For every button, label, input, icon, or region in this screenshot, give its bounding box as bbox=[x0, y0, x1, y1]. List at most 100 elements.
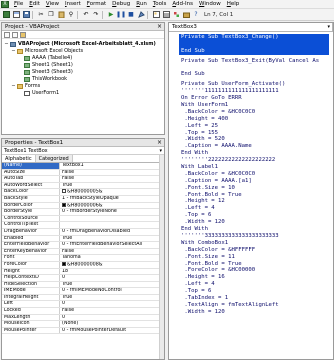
menu-format[interactable]: Format bbox=[84, 0, 109, 9]
property-row[interactable]: HideSelection True bbox=[2, 281, 164, 289]
insert-userform-icon[interactable] bbox=[12, 11, 20, 19]
tree-node[interactable]: AAAA (Tabelle4) bbox=[4, 55, 164, 62]
property-row[interactable]: EnterFieldBehavior 0 - fmEnterFieldBehavi… bbox=[2, 242, 164, 249]
property-row[interactable]: ForeColor &H80000008& bbox=[2, 261, 164, 269]
save-icon[interactable] bbox=[22, 11, 30, 19]
property-row[interactable]: IMEMode 0 - fmIMEModeNoControl bbox=[2, 288, 164, 295]
toolbox-icon[interactable] bbox=[182, 11, 190, 19]
property-row[interactable]: MouseIcon (None) bbox=[2, 321, 164, 328]
menu-file[interactable]: File bbox=[11, 0, 26, 9]
menu-help[interactable]: Help bbox=[224, 0, 243, 9]
code-editor[interactable]: Private Sub TextBox3_Change() End Sub Priv… bbox=[169, 32, 333, 316]
tree-expander-icon[interactable]: − bbox=[4, 41, 9, 48]
paste-icon[interactable] bbox=[57, 11, 65, 19]
property-row[interactable]: DragBehavior 0 - fmDragBehaviorDisabled bbox=[2, 228, 164, 236]
find-icon[interactable]: ⚲ bbox=[67, 11, 75, 19]
excel-icon[interactable]: X bbox=[1, 0, 9, 8]
help-icon[interactable]: ? bbox=[192, 11, 200, 19]
properties-scrollbar[interactable] bbox=[159, 155, 164, 359]
property-value[interactable]: 0 - fmEnterFieldBehaviorSelectAll bbox=[60, 242, 164, 248]
properties-window-icon[interactable] bbox=[162, 11, 170, 19]
property-value[interactable]: &H80000005& bbox=[60, 189, 164, 195]
break-icon[interactable]: ❚❚ bbox=[116, 11, 126, 19]
property-row[interactable]: HelpContextID 0 bbox=[2, 275, 164, 282]
property-row[interactable]: MaxLength 0 bbox=[2, 314, 164, 322]
menu-insert[interactable]: Insert bbox=[62, 0, 84, 9]
property-value[interactable] bbox=[60, 216, 164, 222]
tree-node[interactable]: − VBAProject (Microsoft Excel-Arbeitsblat… bbox=[4, 41, 164, 48]
property-row[interactable]: ControlSource bbox=[2, 215, 164, 223]
tree-node[interactable]: ThisWorkbook bbox=[4, 76, 164, 83]
property-value[interactable]: False bbox=[60, 308, 164, 314]
property-row[interactable]: AutoWordSelect True bbox=[2, 182, 164, 190]
tree-node[interactable]: − Forms bbox=[4, 83, 164, 90]
property-value[interactable]: False bbox=[60, 249, 164, 255]
tree-expander-icon[interactable]: − bbox=[11, 83, 16, 90]
object-combo[interactable]: TextBox3 ▾ bbox=[169, 23, 333, 31]
design-mode-icon[interactable] bbox=[137, 11, 145, 19]
property-row[interactable]: Enabled True bbox=[2, 235, 164, 243]
toggle-folders-button[interactable] bbox=[20, 31, 26, 38]
property-value[interactable]: True bbox=[60, 183, 164, 189]
property-row[interactable]: BackStyle 1 - fmBackStyleOpaque bbox=[2, 195, 164, 203]
tree-node[interactable]: − Microsoft Excel Objects bbox=[4, 48, 164, 55]
property-row[interactable]: BorderColor &H80000006& bbox=[2, 202, 164, 210]
tab-categorized[interactable]: Categorized bbox=[35, 155, 73, 162]
property-value[interactable]: 0 - fmBorderStyleNone bbox=[60, 209, 164, 215]
property-row[interactable]: BorderStyle 0 - fmBorderStyleNone bbox=[2, 209, 164, 216]
menu-window[interactable]: Window bbox=[196, 0, 224, 9]
redo-icon[interactable]: ↷ bbox=[92, 11, 100, 19]
chevron-down-icon[interactable]: ▾ bbox=[327, 23, 330, 31]
property-value[interactable] bbox=[60, 222, 164, 228]
object-selector[interactable]: TextBox1 TextBox ▾ bbox=[2, 147, 164, 155]
menu-view[interactable]: View bbox=[43, 0, 62, 9]
cut-icon[interactable]: ✂ bbox=[37, 11, 45, 19]
close-icon[interactable]: × bbox=[157, 139, 162, 147]
view-excel-icon[interactable] bbox=[2, 11, 10, 19]
tree-node[interactable]: Sheet3 (Sheet3) bbox=[4, 69, 164, 76]
menu-add-ins[interactable]: Add-Ins bbox=[169, 0, 196, 9]
property-value[interactable]: 0 bbox=[60, 275, 164, 281]
property-row[interactable]: AutoSize False bbox=[2, 169, 164, 177]
property-value[interactable]: 0 - fmMousePointerDefault bbox=[60, 328, 164, 334]
close-icon[interactable]: × bbox=[157, 23, 162, 31]
property-value[interactable]: True bbox=[60, 282, 164, 288]
property-row[interactable]: BackColor &H80000005& bbox=[2, 189, 164, 196]
menu-run[interactable]: Run bbox=[133, 0, 150, 9]
property-value[interactable]: 0 bbox=[60, 315, 164, 321]
property-row[interactable]: Height 18 bbox=[2, 268, 164, 276]
property-value[interactable]: Tahoma bbox=[60, 255, 164, 261]
property-row[interactable]: Left 0 bbox=[2, 301, 164, 309]
copy-icon[interactable]: ❐ bbox=[47, 11, 55, 19]
property-value[interactable]: &H80000008& bbox=[60, 261, 164, 268]
property-row[interactable]: EnterKeyBehavior False bbox=[2, 248, 164, 256]
property-row[interactable]: AutoTab False bbox=[2, 176, 164, 183]
property-row[interactable]: MousePointer 0 - fmMousePointerDefault bbox=[2, 327, 164, 335]
property-row[interactable]: Locked False bbox=[2, 308, 164, 315]
menu-edit[interactable]: Edit bbox=[26, 0, 43, 9]
property-value[interactable]: (None) bbox=[60, 321, 164, 327]
property-value[interactable]: True bbox=[60, 295, 164, 301]
view-code-button[interactable] bbox=[4, 31, 10, 38]
tree-node[interactable]: UserForm1 bbox=[4, 90, 164, 97]
tab-alphabetic[interactable]: Alphabetic bbox=[2, 155, 36, 162]
property-value[interactable]: 0 bbox=[60, 301, 164, 307]
property-value[interactable]: 0 - fmIMEModeNoControl bbox=[60, 288, 164, 294]
menu-debug[interactable]: Debug bbox=[109, 0, 133, 9]
property-row[interactable]: (Name) TextBox1 bbox=[2, 163, 164, 170]
menu-tools[interactable]: Tools bbox=[150, 0, 170, 9]
tree-node[interactable]: Sheet1 (Sheet1) bbox=[4, 62, 164, 69]
object-browser-icon[interactable] bbox=[172, 11, 180, 19]
chevron-down-icon[interactable]: ▾ bbox=[159, 147, 162, 155]
property-row[interactable]: Font Tahoma bbox=[2, 255, 164, 262]
project-explorer-icon[interactable] bbox=[152, 11, 160, 19]
run-icon[interactable]: ▶ bbox=[107, 11, 115, 19]
property-value[interactable]: 0 - fmDragBehaviorDisabled bbox=[60, 229, 164, 235]
tree-expander-icon[interactable]: − bbox=[11, 48, 16, 55]
property-value[interactable]: 1 - fmBackStyleOpaque bbox=[60, 196, 164, 202]
property-value[interactable]: TextBox1 bbox=[60, 163, 164, 169]
property-row[interactable]: ControlTipText bbox=[2, 222, 164, 229]
property-value[interactable]: 18 bbox=[60, 269, 164, 275]
property-value[interactable]: &H80000006& bbox=[60, 202, 164, 209]
reset-icon[interactable]: ■ bbox=[127, 11, 135, 19]
